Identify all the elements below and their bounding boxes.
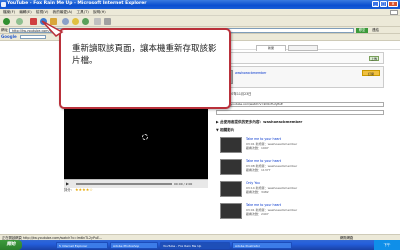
menu-tools[interactable]: 工具(T) [77,9,89,15]
video-thumbnail[interactable] [220,137,242,153]
rating-row: 評分： ★★★★☆ [64,188,208,196]
menu-help[interactable]: 說明(H) [93,9,106,15]
menu-edit[interactable]: 編輯(E) [19,9,31,15]
links-label[interactable]: 連結 [372,27,379,33]
task-illustrator[interactable]: Adobe Illustrator [232,241,292,249]
task-photoshop[interactable]: Adobe Photoshop [110,241,158,249]
embed-field[interactable] [216,110,384,115]
forward-icon[interactable] [16,17,23,25]
task-ie[interactable]: 5 Internet Explorer [56,241,108,249]
video-thumbnail[interactable] [220,203,242,219]
history-icon[interactable] [82,17,89,25]
maximize-button[interactable]: □ [380,1,387,7]
tab-blank[interactable] [288,45,318,51]
rating-label: 評分： [64,188,74,192]
task-youtube[interactable]: YouTube - Fox Rain Me Up [160,241,230,249]
taskbar: 開始 5 Internet Explorer Adobe Photoshop Y… [0,240,400,250]
callout-box: 重新讀取該頁面，讓本機重新存取該影片檔。 [59,28,231,109]
related-views: 觀看次數：3482 [246,190,269,194]
favorites-icon[interactable] [72,17,79,25]
clock: 下午 [374,240,400,250]
subscribe-button[interactable]: 訂閱 [362,70,380,76]
related-title[interactable]: Take me to your heart [246,203,281,207]
print-icon[interactable] [104,17,111,25]
menu-bar: 檔案(F) 編輯(E) 檢視(V) 我的最愛(A) 工具(T) 說明(H) [0,9,400,16]
page-tabs: 新聞 [216,45,384,51]
upload-panel: 上傳 [216,52,384,64]
list-item[interactable]: Only You 03:14 新增者：washoeacbmember 觀看次數：… [216,179,384,199]
video-time: 00:00 / 2:00 [174,182,193,186]
related-title[interactable]: Take me to your heart [246,159,281,163]
seek-bar[interactable] [76,183,172,185]
related-views: 觀看次數：11377 [246,168,271,172]
callout-text: 重新讀取該頁面，讓本機重新存取該影片檔。 [72,44,217,66]
video-thumbnail[interactable] [220,181,242,197]
menu-file[interactable]: 檔案(F) [3,9,15,15]
video-thumbnail[interactable] [220,159,242,175]
url-field[interactable]: http://tw.youtube.com/watch?v=lm6nTL2yPu… [216,102,384,107]
minimize-button[interactable]: _ [372,1,379,7]
related-views: 觀看次數：2407 [246,212,269,216]
channel-name[interactable]: washoeacbmember [235,71,266,75]
menu-favorites[interactable]: 我的最愛(A) [53,9,73,15]
windows-logo-icon [390,9,398,15]
address-label: 網址 [1,28,8,32]
play-icon[interactable]: ▶ [66,181,69,187]
list-item[interactable]: Take me to your heart 03:08 新增者：washoeac… [216,157,384,177]
rating-stars[interactable]: ★★★★☆ [75,187,93,192]
list-item[interactable]: Take me to your heart 03:01 新增者：washoeac… [216,135,384,155]
window-title: YouTube - Fox Rain Me Up - Microsoft Int… [7,1,147,6]
ie-icon [1,1,6,7]
related-header[interactable]: ▼ 相關影片 [216,128,234,133]
menu-view[interactable]: 檢視(V) [36,9,48,15]
callout-pointer [41,20,64,37]
list-item[interactable]: Take me to your heart 03:01 新增者：washoeac… [216,201,384,221]
more-from-header[interactable]: ▶ 此使用者提供的更多內容：washoeacbmember [216,120,302,125]
start-button[interactable]: 開始 [0,240,22,250]
tab-news[interactable]: 新聞 [256,45,286,51]
related-views: 觀看次數：1997 [246,146,269,150]
channel-box: washoeacbmember 訂閱 [216,66,384,88]
close-button[interactable]: × [388,1,398,7]
go-button[interactable]: 移至 [356,27,368,33]
google-logo: Google [1,34,17,39]
related-title[interactable]: Only You [246,181,260,185]
mail-icon[interactable] [94,17,101,25]
loading-spinner-icon [142,134,148,140]
back-icon[interactable] [3,17,10,25]
upload-button[interactable]: 上傳 [369,56,379,61]
title-bar: YouTube - Fox Rain Me Up - Microsoft Int… [0,0,400,9]
related-title[interactable]: Take me to your heart [246,137,281,141]
